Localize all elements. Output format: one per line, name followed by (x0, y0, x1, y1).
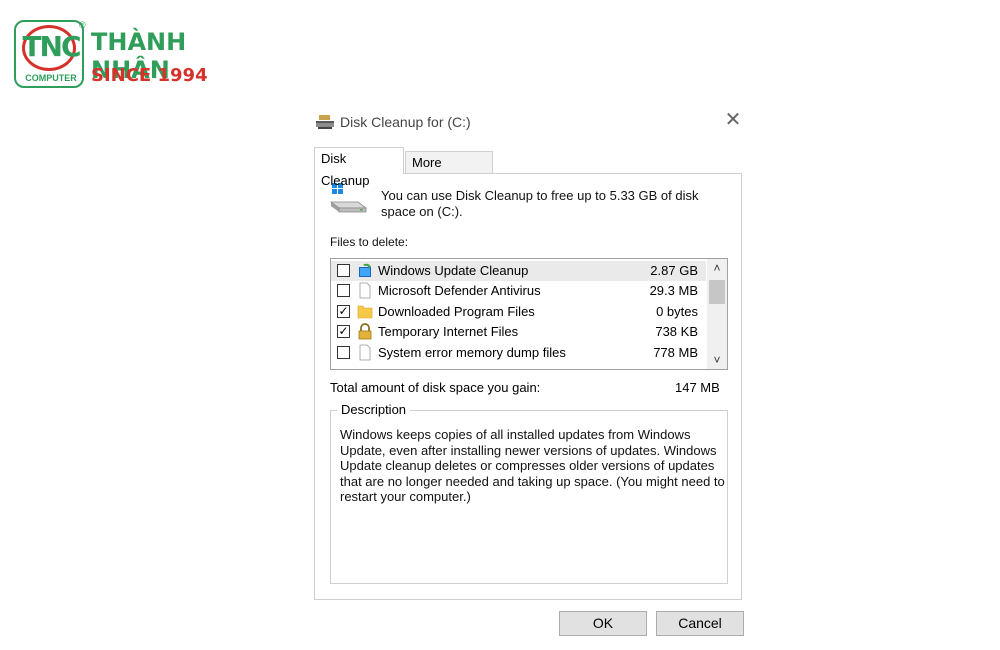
tnc-logo: TNC COMPUTER ® THÀNH NHÂN SINCE 1994 (14, 20, 264, 92)
file-size: 738 KB (655, 324, 698, 339)
checkbox-temporary-internet-files[interactable]: ✓ (337, 325, 350, 338)
scroll-thumb[interactable] (709, 280, 725, 304)
tab-disk-cleanup[interactable]: Disk Cleanup (314, 147, 404, 188)
logo-badge-text: TNC (22, 30, 81, 63)
description-text: Windows keeps copies of all installed up… (340, 427, 725, 504)
file-name: Downloaded Program Files (378, 304, 535, 319)
registered-mark: ® (79, 20, 86, 30)
blank-file-icon (359, 344, 371, 361)
scroll-down-icon[interactable]: ˅ (707, 351, 727, 369)
file-size: 0 bytes (656, 304, 698, 319)
list-item-system-error-memory-dump-files[interactable]: System error memory dump files 778 MB (331, 343, 706, 363)
scroll-up-icon[interactable]: ˄ (707, 259, 727, 277)
list-scrollbar[interactable]: ˄ ˅ (707, 259, 727, 369)
files-list[interactable]: Windows Update Cleanup 2.87 GB Microsoft… (330, 258, 728, 370)
list-item-windows-update-cleanup[interactable]: Windows Update Cleanup 2.87 GB (331, 261, 706, 281)
cancel-button[interactable]: Cancel (656, 611, 744, 636)
dialog-title: Disk Cleanup for (C:) (340, 114, 471, 130)
file-name: Temporary Internet Files (378, 324, 519, 339)
file-size: 778 MB (653, 345, 698, 360)
free-space-info: You can use Disk Cleanup to free up to 5… (381, 188, 699, 219)
logo-tagline: SINCE 1994 (91, 65, 208, 86)
logo-badge: TNC COMPUTER ® (14, 20, 86, 88)
list-item-temporary-internet-files[interactable]: ✓ Temporary Internet Files 738 KB (331, 322, 706, 342)
checkbox-windows-update-cleanup[interactable] (337, 264, 350, 277)
file-size: 2.87 GB (650, 263, 698, 278)
lock-icon (358, 323, 372, 340)
file-name: Windows Update Cleanup (378, 263, 529, 278)
file-size: 29.3 MB (649, 283, 698, 298)
windows-update-icon (359, 263, 371, 277)
folder-icon (357, 305, 373, 319)
list-item-microsoft-defender-antivirus[interactable]: Microsoft Defender Antivirus 29.3 MB (331, 281, 706, 301)
logo-badge-subtext: COMPUTER (25, 73, 77, 83)
total-space-value: 147 MB (675, 380, 720, 395)
disk-cleanup-icon (316, 115, 334, 129)
disk-cleanup-dialog: Disk Cleanup for (C:) ✕ Disk Cleanup Mor… (305, 102, 752, 648)
list-item-downloaded-program-files[interactable]: ✓ Downloaded Program Files 0 bytes (331, 302, 706, 322)
file-name: Microsoft Defender Antivirus (378, 283, 541, 298)
checkbox-system-error-memory-dump-files[interactable] (337, 346, 350, 359)
close-button[interactable]: ✕ (723, 110, 743, 130)
total-space-label: Total amount of disk space you gain: (330, 380, 541, 395)
description-title: Description (337, 402, 411, 417)
checkbox-microsoft-defender-antivirus[interactable] (337, 284, 350, 297)
tab-more-options[interactable]: More Options (405, 151, 493, 192)
blank-file-icon (359, 282, 371, 299)
file-name: System error memory dump files (378, 345, 566, 360)
files-to-delete-label: Files to delete: (330, 235, 409, 249)
checkbox-downloaded-program-files[interactable]: ✓ (337, 305, 350, 318)
ok-button[interactable]: OK (559, 611, 647, 636)
